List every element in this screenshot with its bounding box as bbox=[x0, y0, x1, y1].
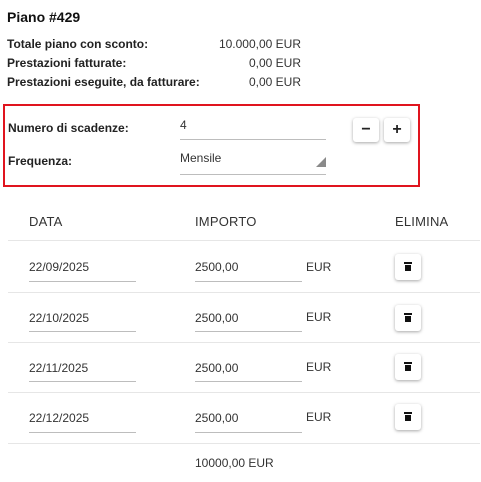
row-date-underline bbox=[29, 432, 136, 433]
summary-total-value: 10.000,00 EUR bbox=[218, 37, 301, 51]
installments-input[interactable]: 4 bbox=[180, 118, 187, 132]
row-amount-input[interactable]: 2500,00 bbox=[195, 311, 238, 325]
installments-label: Numero di scadenze: bbox=[8, 121, 129, 135]
summary-total-label: Totale piano con sconto: bbox=[7, 37, 149, 51]
decrement-button[interactable]: − bbox=[353, 118, 379, 142]
row-date-input[interactable]: 22/11/2025 bbox=[29, 361, 88, 375]
increment-button[interactable]: + bbox=[384, 118, 410, 142]
row-currency: EUR bbox=[306, 360, 332, 374]
row-amount-underline bbox=[195, 331, 302, 332]
summary-to-invoice-label: Prestazioni eseguite, da fatturare: bbox=[7, 75, 200, 89]
installments-input-underline bbox=[180, 139, 326, 140]
delete-row-button[interactable] bbox=[395, 354, 421, 380]
delete-row-button[interactable] bbox=[395, 305, 421, 331]
table-row: 22/10/2025 2500,00 EUR bbox=[0, 292, 481, 342]
row-currency: EUR bbox=[306, 260, 332, 274]
total-amount: 10000,00 EUR bbox=[195, 456, 274, 470]
summary-invoiced-label: Prestazioni fatturate: bbox=[7, 56, 127, 70]
delete-row-button[interactable] bbox=[395, 404, 421, 430]
column-header-delete: ELIMINA bbox=[395, 214, 449, 229]
frequency-select[interactable]: Mensile bbox=[180, 151, 221, 165]
table-row: 22/09/2025 2500,00 EUR bbox=[0, 241, 481, 292]
row-date-underline bbox=[29, 381, 136, 382]
trash-icon bbox=[404, 362, 412, 371]
row-amount-input[interactable]: 2500,00 bbox=[195, 361, 238, 375]
summary-to-invoice-value: 0,00 EUR bbox=[248, 75, 301, 89]
row-amount-underline bbox=[195, 432, 302, 433]
row-amount-input[interactable]: 2500,00 bbox=[195, 411, 238, 425]
trash-icon bbox=[404, 412, 412, 421]
frequency-label: Frequenza: bbox=[8, 154, 73, 168]
row-date-input[interactable]: 22/12/2025 bbox=[29, 411, 89, 425]
table-row: 22/12/2025 2500,00 EUR bbox=[0, 392, 481, 443]
row-amount-underline bbox=[195, 381, 302, 382]
table-row: 22/11/2025 2500,00 EUR bbox=[0, 342, 481, 392]
summary-invoiced-value: 0,00 EUR bbox=[248, 56, 301, 70]
column-header-amount: IMPORTO bbox=[195, 214, 257, 229]
column-header-date: DATA bbox=[29, 214, 63, 229]
trash-icon bbox=[404, 313, 412, 322]
frequency-select-underline bbox=[180, 174, 326, 175]
row-currency: EUR bbox=[306, 310, 332, 324]
row-date-underline bbox=[29, 331, 136, 332]
row-divider bbox=[8, 443, 480, 444]
row-date-underline bbox=[29, 281, 136, 282]
row-amount-underline bbox=[195, 281, 302, 282]
plan-title: Piano #429 bbox=[7, 9, 81, 25]
row-date-input[interactable]: 22/09/2025 bbox=[29, 260, 89, 274]
row-currency: EUR bbox=[306, 410, 332, 424]
dropdown-arrow-icon[interactable] bbox=[316, 157, 326, 167]
row-date-input[interactable]: 22/10/2025 bbox=[29, 311, 89, 325]
delete-row-button[interactable] bbox=[395, 254, 421, 280]
trash-icon bbox=[404, 262, 412, 271]
row-amount-input[interactable]: 2500,00 bbox=[195, 260, 238, 274]
